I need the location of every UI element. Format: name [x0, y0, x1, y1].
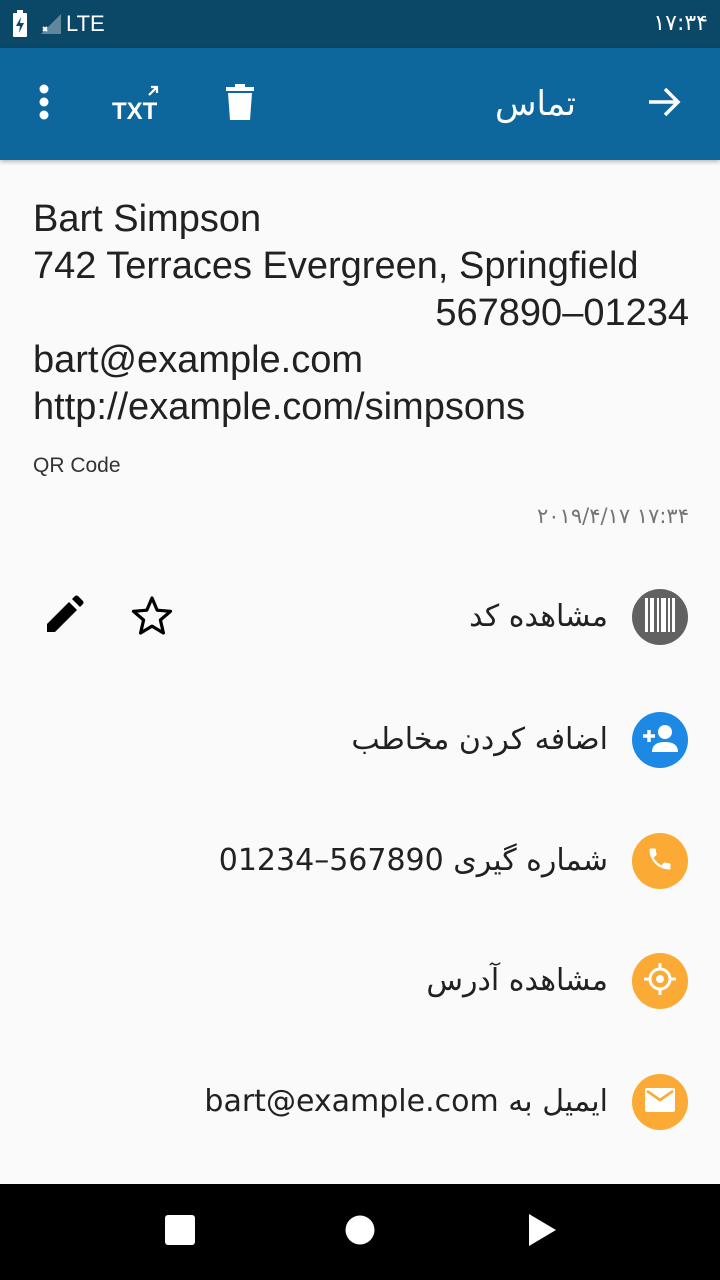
action-label: ایمیل به bart@example.com	[204, 1084, 608, 1119]
edit-button[interactable]	[40, 593, 88, 641]
delete-button[interactable]	[208, 48, 272, 160]
arrow-forward-icon	[647, 86, 681, 122]
signal-icon	[40, 13, 62, 35]
action-icon-circle	[632, 1074, 688, 1130]
action-dial[interactable]: شماره گیری 567890–01234	[0, 801, 720, 921]
edit-icon	[44, 595, 84, 639]
action-label: مشاهده آدرس	[426, 963, 608, 998]
action-view-address[interactable]: مشاهده آدرس	[0, 921, 720, 1041]
phone-icon	[646, 845, 674, 877]
contact-phone: 567890–01234	[435, 292, 689, 334]
battery-charging-icon	[12, 10, 28, 38]
more-vert-icon	[38, 84, 50, 124]
action-label: اضافه کردن مخاطب	[351, 722, 608, 757]
scan-result-text: Bart Simpson 742 Terraces Evergreen, Spr…	[33, 196, 689, 431]
back-button[interactable]	[632, 48, 696, 160]
contact-address: 742 Terraces Evergreen, Springfield	[33, 245, 639, 287]
recent-apps-icon	[165, 1215, 195, 1249]
barcode-icon	[645, 598, 675, 636]
action-icon-circle	[632, 833, 688, 889]
txt-export-icon: TXT	[112, 84, 160, 124]
action-view-code[interactable]: مشاهده کد	[0, 557, 720, 677]
app-bar: TXT تماس	[0, 48, 720, 160]
nav-back-button[interactable]	[494, 1184, 590, 1280]
action-email[interactable]: ایمیل به bart@example.com	[0, 1042, 720, 1162]
contact-name: Bart Simpson	[33, 198, 262, 240]
action-icon-circle	[632, 712, 688, 768]
action-icon-circle	[632, 953, 688, 1009]
status-time: ۱۷:۳۴	[653, 11, 708, 36]
star-outline-icon	[131, 595, 173, 639]
delete-icon	[226, 84, 254, 124]
action-label: مشاهده کد	[469, 599, 608, 634]
action-add-contact[interactable]: اضافه کردن مخاطب	[0, 680, 720, 800]
barcode-format: QR Code	[33, 454, 121, 477]
location-icon	[643, 962, 677, 1000]
home-icon	[345, 1215, 375, 1249]
network-type: LTE	[66, 11, 105, 36]
email-icon	[645, 1088, 675, 1116]
back-icon	[527, 1213, 557, 1251]
contact-url: http://example.com/simpsons	[33, 386, 526, 428]
status-icons: LTE	[12, 0, 105, 48]
export-txt-button[interactable]: TXT	[104, 48, 168, 160]
home-button[interactable]	[312, 1184, 408, 1280]
action-label: شماره گیری 567890–01234	[218, 843, 608, 878]
favorite-button[interactable]	[128, 593, 176, 641]
status-bar: LTE ۱۷:۳۴	[0, 0, 720, 48]
more-options-button[interactable]	[12, 48, 76, 160]
scan-timestamp: ۱۷:۳۴ ۲۰۱۹/۴/۱۷	[537, 504, 689, 528]
recent-apps-button[interactable]	[132, 1184, 228, 1280]
person-add-icon	[642, 724, 678, 756]
contact-email: bart@example.com	[33, 339, 364, 381]
action-icon-circle	[632, 589, 688, 645]
page-title: تماس	[495, 84, 576, 124]
txt-label: TXT	[112, 98, 158, 125]
system-nav-bar	[0, 1184, 720, 1280]
